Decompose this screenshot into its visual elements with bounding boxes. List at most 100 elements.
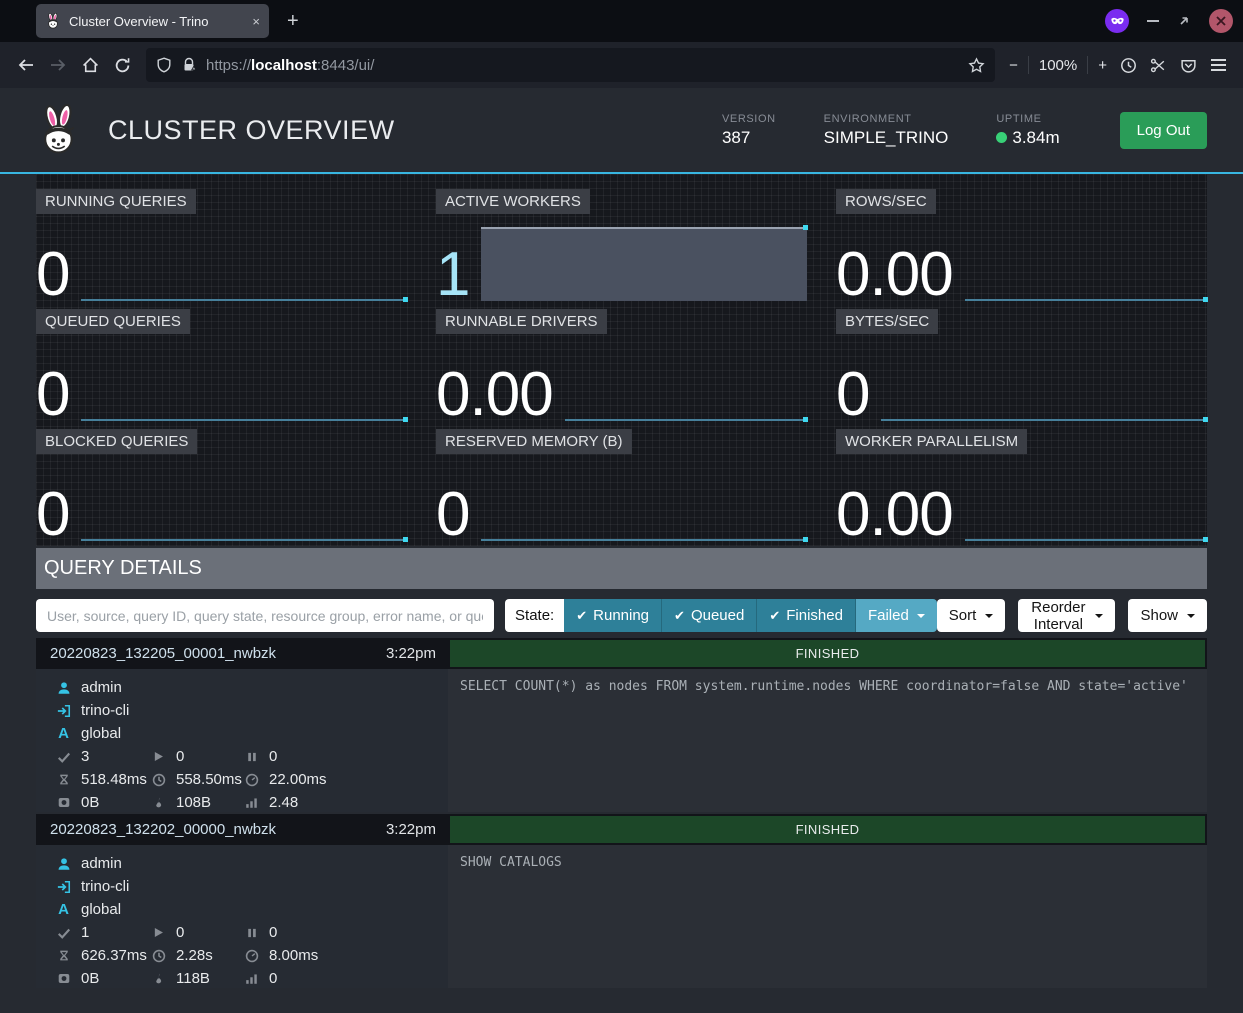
wall-time: 626.37ms bbox=[81, 947, 147, 964]
stat-card: RESERVED MEMORY (B) 0 bbox=[436, 428, 807, 547]
zoom-in-button[interactable]: + bbox=[1098, 57, 1107, 74]
chevron-down-icon bbox=[1187, 614, 1195, 618]
sparkline-chart bbox=[565, 347, 807, 421]
zoom-level[interactable]: 100% bbox=[1039, 57, 1077, 74]
page-title: CLUSTER OVERVIEW bbox=[108, 115, 395, 146]
query-id-link[interactable]: 20220823_132205_00001_nwbzk bbox=[50, 645, 276, 662]
query-sql-text: SELECT COUNT(*) as nodes FROM system.run… bbox=[448, 669, 1207, 812]
tab-close-icon[interactable]: × bbox=[252, 14, 260, 29]
query-user: admin bbox=[81, 855, 122, 872]
sparkline-chart bbox=[481, 467, 807, 541]
query-id-link[interactable]: 20220823_132202_00000_nwbzk bbox=[50, 821, 276, 838]
stat-card-label: BLOCKED QUERIES bbox=[36, 429, 197, 454]
sparkline-chart bbox=[881, 347, 1207, 421]
user-icon bbox=[55, 681, 72, 695]
trino-favicon-bunny-icon bbox=[45, 13, 61, 29]
current-memory: 0B bbox=[81, 794, 99, 811]
trino-logo-bunny-icon bbox=[36, 104, 82, 156]
stat-card-label: BYTES/SEC bbox=[836, 309, 938, 334]
query-time: 3:22pm bbox=[386, 645, 436, 662]
mask-extension-icon[interactable] bbox=[1105, 9, 1129, 33]
close-window-button[interactable] bbox=[1209, 9, 1233, 33]
state-filter-button[interactable]: ✔ Finished bbox=[757, 599, 856, 632]
stat-card: QUEUED QUERIES 0 bbox=[36, 308, 407, 427]
lock-warning-icon[interactable] bbox=[181, 57, 197, 73]
stat-card: ACTIVE WORKERS 1 bbox=[436, 188, 807, 307]
url-text[interactable]: https://localhost:8443/ui/ bbox=[206, 57, 959, 74]
execution-time: 8.00ms bbox=[269, 947, 318, 964]
query-search-input[interactable] bbox=[36, 599, 494, 632]
history-clock-icon[interactable] bbox=[1113, 50, 1143, 80]
stat-card-value: 0.00 bbox=[836, 249, 965, 301]
environment-value: SIMPLE_TRINO bbox=[824, 128, 949, 148]
memory-scale-icon bbox=[55, 972, 72, 985]
minimize-button[interactable] bbox=[1147, 20, 1159, 22]
running-splits: 0 bbox=[176, 924, 184, 941]
bookmark-star-icon[interactable] bbox=[968, 57, 985, 74]
query-rate: 0 bbox=[269, 970, 277, 987]
reorder-interval-dropdown-button[interactable]: Reorder Interval bbox=[1018, 599, 1115, 632]
stat-card-label: RESERVED MEMORY (B) bbox=[436, 429, 632, 454]
bar-chart-rate-icon bbox=[243, 796, 260, 809]
stat-card-value: 0 bbox=[436, 489, 481, 541]
stat-card-value: 0 bbox=[36, 369, 81, 421]
queued-splits: 0 bbox=[269, 748, 277, 765]
separator bbox=[1028, 56, 1029, 74]
query-time: 3:22pm bbox=[386, 821, 436, 838]
cumulative-memory: 108B bbox=[176, 794, 211, 811]
restore-window-button[interactable] bbox=[1177, 14, 1191, 28]
logout-button[interactable]: Log Out bbox=[1120, 112, 1207, 149]
sparkline-endpoint-dot bbox=[803, 537, 808, 542]
stat-card-value: 0.00 bbox=[436, 369, 565, 421]
state-filter-button[interactable]: ✔ Running bbox=[564, 599, 662, 632]
state-group: State: ✔ Running ✔ Queued ✔ Finished Fai… bbox=[505, 599, 937, 632]
query-stats: admin trino-cli A global 3 0 0 bbox=[36, 669, 448, 812]
trino-header: CLUSTER OVERVIEW VERSION 387 ENVIRONMENT… bbox=[0, 88, 1243, 174]
check-icon: ✔ bbox=[576, 608, 587, 624]
running-splits: 0 bbox=[176, 748, 184, 765]
sort-dropdown-button[interactable]: Sort bbox=[937, 599, 1006, 632]
url-bar[interactable]: https://localhost:8443/ui/ bbox=[146, 48, 995, 82]
tracking-shield-icon[interactable] bbox=[156, 57, 172, 73]
back-button[interactable] bbox=[10, 49, 42, 81]
home-button[interactable] bbox=[74, 49, 106, 81]
stat-card: BYTES/SEC 0 bbox=[836, 308, 1207, 427]
stat-card: WORKER PARALLELISM 0.00 bbox=[836, 428, 1207, 547]
state-filter-button[interactable]: ✔ Queued bbox=[662, 599, 757, 632]
new-tab-button[interactable]: + bbox=[287, 10, 299, 33]
sparkline-endpoint-dot bbox=[403, 537, 408, 542]
play-running-splits-icon bbox=[150, 926, 167, 939]
tab-title: Cluster Overview - Trino bbox=[69, 14, 244, 29]
screenshot-scissors-icon[interactable] bbox=[1143, 50, 1173, 80]
check-splits-icon bbox=[55, 750, 72, 764]
stat-card-label: RUNNABLE DRIVERS bbox=[436, 309, 607, 334]
check-splits-icon bbox=[55, 926, 72, 940]
menu-hamburger-icon[interactable] bbox=[1203, 50, 1233, 80]
uptime-label: UPTIME bbox=[996, 113, 1059, 125]
cpu-time: 2.28s bbox=[176, 947, 213, 964]
query-source: trino-cli bbox=[81, 702, 129, 719]
stat-card: RUNNING QUERIES 0 bbox=[36, 188, 407, 307]
reload-button[interactable] bbox=[106, 49, 138, 81]
query-status-badge: FINISHED bbox=[450, 640, 1205, 667]
forward-button[interactable] bbox=[42, 49, 74, 81]
query-source: trino-cli bbox=[81, 878, 129, 895]
stat-card: RUNNABLE DRIVERS 0.00 bbox=[436, 308, 807, 427]
browser-tab[interactable]: Cluster Overview - Trino × bbox=[36, 4, 269, 38]
pocket-icon[interactable] bbox=[1173, 50, 1203, 80]
sparkline-endpoint-dot bbox=[1203, 537, 1208, 542]
clock-cpu-time-icon bbox=[150, 773, 167, 787]
query-status-cell: FINISHED bbox=[448, 814, 1207, 845]
zoom-out-button[interactable]: − bbox=[1009, 57, 1018, 74]
state-filter-button[interactable]: Failed bbox=[856, 599, 937, 632]
stat-card: BLOCKED QUERIES 0 bbox=[36, 428, 407, 547]
sparkline-endpoint-dot bbox=[403, 417, 408, 422]
queued-splits: 0 bbox=[269, 924, 277, 941]
state-filter-label: State: bbox=[505, 599, 564, 632]
query-filter-toolbar: State: ✔ Running ✔ Queued ✔ Finished Fai… bbox=[36, 599, 1207, 632]
environment-label: ENVIRONMENT bbox=[824, 113, 949, 125]
stat-card-label: ACTIVE WORKERS bbox=[436, 189, 590, 214]
sign-in-source-icon bbox=[55, 704, 72, 718]
show-dropdown-button[interactable]: Show bbox=[1128, 599, 1207, 632]
stat-card-value: 0.00 bbox=[836, 489, 965, 541]
